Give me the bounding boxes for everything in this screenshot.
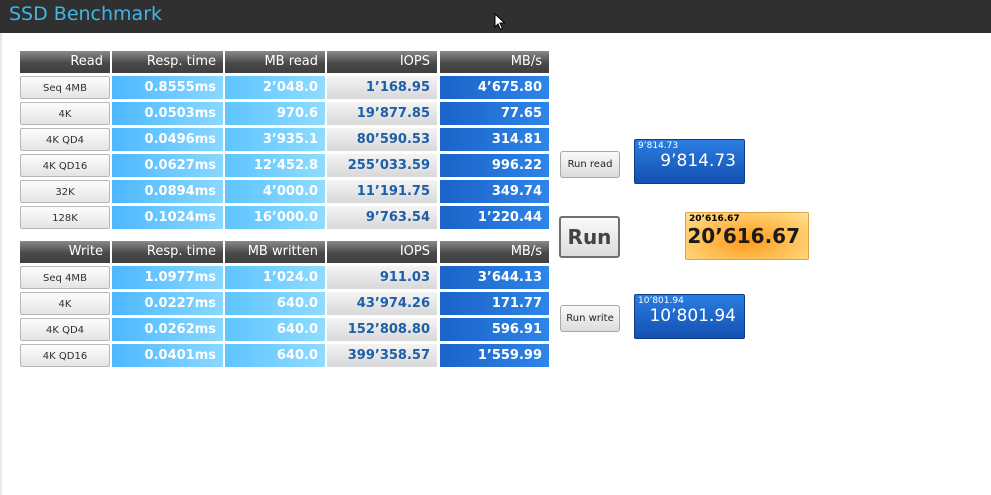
write-mbs-cell: 171.77 (440, 292, 549, 315)
write-row-label: Seq 4MB (20, 266, 110, 289)
read-header-type: Read (20, 51, 110, 73)
run-read-button[interactable]: Run read (560, 151, 620, 178)
read-mbs-cell: 1’220.44 (440, 206, 549, 229)
read-row-label: 128K (20, 206, 110, 229)
read-mb-cell: 3’935.1 (225, 128, 325, 151)
write-resp-time-cell: 1.0977ms (112, 266, 223, 289)
read-mbs-cell: 77.65 (440, 102, 549, 125)
write-header-iops: IOPS (327, 241, 437, 263)
read-iops-cell: 19’877.85 (327, 102, 437, 125)
total-score-small: 20’616.67 (689, 214, 740, 224)
write-header-mb: MB written (225, 241, 325, 263)
read-score-panel: 9’814.73 9’814.73 (634, 139, 745, 184)
app-title: SSD Benchmark (9, 3, 163, 25)
read-score-small: 9’814.73 (638, 141, 679, 151)
write-mb-cell: 640.0 (225, 344, 325, 367)
write-score-small: 10’801.94 (638, 296, 684, 306)
write-score-panel: 10’801.94 10’801.94 (634, 294, 745, 339)
read-row-label: 4K QD4 (20, 128, 110, 151)
write-resp-time-cell: 0.0227ms (112, 292, 223, 315)
read-mbs-cell: 314.81 (440, 128, 549, 151)
write-mbs-cell: 596.91 (440, 318, 549, 341)
read-row-label: 32K (20, 180, 110, 203)
read-mb-cell: 2’048.0 (225, 76, 325, 99)
read-header-mb: MB read (225, 51, 325, 73)
write-header-type: Write (20, 241, 110, 263)
read-row-label: 4K QD16 (20, 154, 110, 177)
write-iops-cell: 911.03 (327, 266, 437, 289)
write-resp-time-cell: 0.0401ms (112, 344, 223, 367)
read-mb-cell: 16’000.0 (225, 206, 325, 229)
write-iops-cell: 43’974.26 (327, 292, 437, 315)
read-row-label: 4K (20, 102, 110, 125)
read-mb-cell: 970.6 (225, 102, 325, 125)
write-row-label: 4K (20, 292, 110, 315)
read-mbs-cell: 4’675.80 (440, 76, 549, 99)
read-iops-cell: 11’191.75 (327, 180, 437, 203)
read-resp-time-cell: 0.0503ms (112, 102, 223, 125)
read-score-value: 9’814.73 (660, 151, 736, 171)
read-header-iops: IOPS (327, 51, 437, 73)
read-iops-cell: 80’590.53 (327, 128, 437, 151)
read-iops-cell: 1’168.95 (327, 76, 437, 99)
read-resp-time-cell: 0.1024ms (112, 206, 223, 229)
write-resp-time-cell: 0.0262ms (112, 318, 223, 341)
title-bar: SSD Benchmark (0, 0, 991, 33)
write-iops-cell: 152’808.80 (327, 318, 437, 341)
write-mb-cell: 640.0 (225, 292, 325, 315)
read-iops-cell: 9’763.54 (327, 206, 437, 229)
read-mbs-cell: 349.74 (440, 180, 549, 203)
total-score-panel: 20’616.67 20’616.67 (685, 212, 809, 260)
read-mb-cell: 12’452.8 (225, 154, 325, 177)
read-resp-time-cell: 0.0894ms (112, 180, 223, 203)
run-button[interactable]: Run (559, 216, 620, 258)
write-mbs-cell: 3’644.13 (440, 266, 549, 289)
total-score-value: 20’616.67 (687, 224, 800, 248)
read-mbs-cell: 996.22 (440, 154, 549, 177)
read-iops-cell: 255’033.59 (327, 154, 437, 177)
read-resp-time-cell: 0.0496ms (112, 128, 223, 151)
read-header-resp-time: Resp. time (112, 51, 223, 73)
write-iops-cell: 399’358.57 (327, 344, 437, 367)
write-score-value: 10’801.94 (649, 306, 736, 326)
left-border (0, 33, 2, 495)
run-write-button[interactable]: Run write (560, 305, 620, 332)
read-resp-time-cell: 0.8555ms (112, 76, 223, 99)
write-row-label: 4K QD4 (20, 318, 110, 341)
write-header-mbs: MB/s (440, 241, 549, 263)
write-header-resp-time: Resp. time (112, 241, 223, 263)
write-mbs-cell: 1’559.99 (440, 344, 549, 367)
read-mb-cell: 4’000.0 (225, 180, 325, 203)
write-mb-cell: 640.0 (225, 318, 325, 341)
mouse-pointer-icon (494, 13, 506, 31)
read-resp-time-cell: 0.0627ms (112, 154, 223, 177)
write-mb-cell: 1’024.0 (225, 266, 325, 289)
read-row-label: Seq 4MB (20, 76, 110, 99)
read-header-mbs: MB/s (440, 51, 549, 73)
write-row-label: 4K QD16 (20, 344, 110, 367)
